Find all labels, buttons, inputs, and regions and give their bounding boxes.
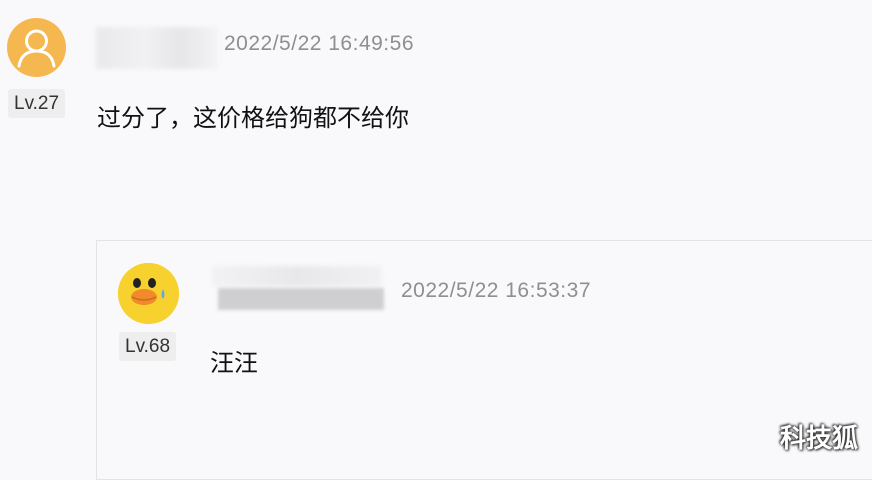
watermark: 科技狐 [779,424,858,454]
user-avatar[interactable] [7,18,66,77]
reply-user-level-badge: Lv.68 [119,332,177,361]
reply-text: 汪汪 [210,349,258,377]
comment-text: 过分了，这价格给狗都不给你 [97,104,409,132]
default-user-icon [17,29,56,68]
reply-username-blurred [212,266,382,286]
user-level-badge: Lv.27 [8,89,66,118]
duck-avatar-icon [118,263,179,324]
comment-timestamp: 2022/5/22 16:49:56 [224,32,415,55]
reply-user-avatar[interactable] [118,263,179,324]
reply-username-bar [218,288,384,310]
reply-timestamp: 2022/5/22 16:53:37 [401,279,592,302]
username-blurred [96,27,218,69]
